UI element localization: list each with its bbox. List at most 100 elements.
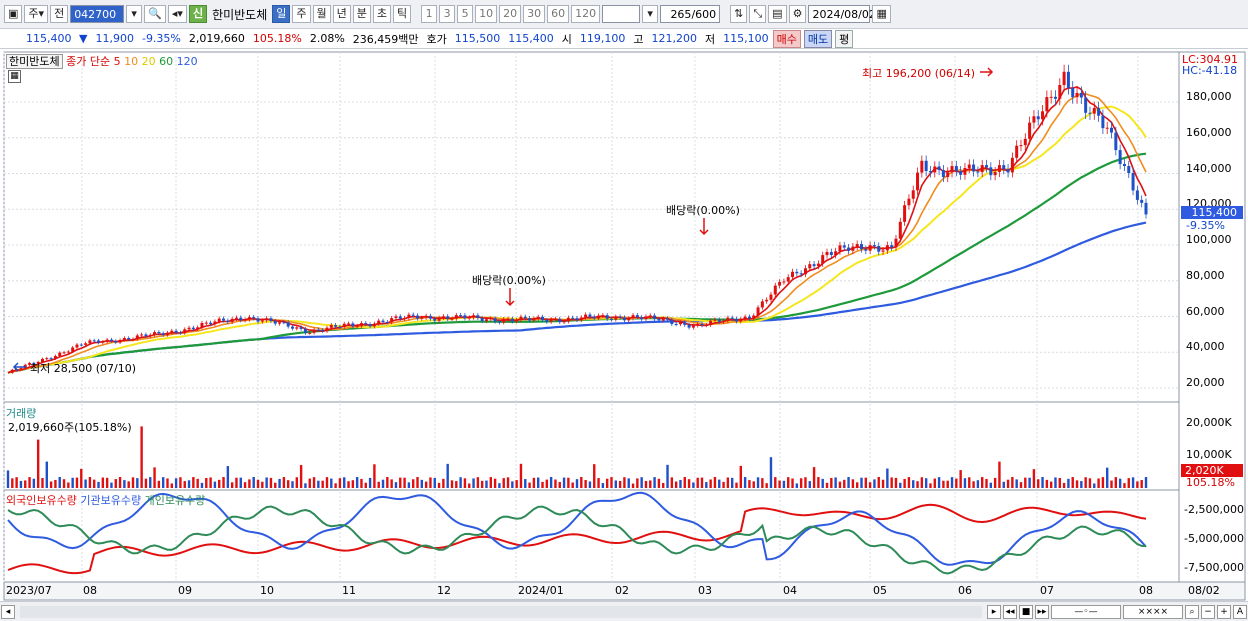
speaker-icon[interactable]: ◂▾ bbox=[167, 5, 187, 23]
interval-1[interactable]: 1 bbox=[421, 5, 438, 23]
period-tick[interactable]: 틱 bbox=[393, 5, 412, 23]
volume-bar bbox=[476, 477, 480, 488]
volume-bar bbox=[933, 478, 936, 488]
current-price-tag: 115,400 bbox=[1181, 206, 1243, 219]
period-month[interactable]: 월 bbox=[312, 5, 331, 23]
volume-bar bbox=[683, 477, 686, 488]
candle-body bbox=[265, 318, 269, 321]
candle-body bbox=[972, 164, 976, 172]
interval-custom-input[interactable] bbox=[602, 5, 641, 23]
prev-button[interactable]: 전 bbox=[50, 5, 69, 23]
eval-button[interactable]: 평 bbox=[835, 29, 854, 48]
candle-body bbox=[571, 317, 575, 319]
chart-area[interactable]: 한미반도체 종가 단순 5 10 20 60 120 ▦ LC:304.91 H… bbox=[0, 50, 1248, 602]
candle-body bbox=[390, 318, 394, 323]
candle-body bbox=[838, 245, 842, 252]
volume-bar bbox=[549, 477, 553, 488]
volume-bar bbox=[972, 481, 975, 488]
code-dropdown-icon[interactable]: ▾ bbox=[126, 5, 143, 23]
volume-bar bbox=[537, 477, 540, 488]
volume-bar bbox=[1015, 479, 1018, 488]
volume-bar bbox=[593, 464, 596, 488]
volume-bar bbox=[114, 479, 117, 488]
interval-3[interactable]: 3 bbox=[439, 5, 456, 23]
candle-body bbox=[860, 244, 863, 250]
zoom-out-button[interactable]: − bbox=[1201, 604, 1215, 619]
candle-body bbox=[385, 322, 389, 324]
scroll-track[interactable] bbox=[20, 605, 982, 618]
interval-10[interactable]: 10 bbox=[475, 5, 498, 23]
period-day[interactable]: 일 bbox=[272, 5, 291, 23]
table-icon[interactable]: ▦ bbox=[8, 70, 21, 83]
candle-body bbox=[118, 339, 122, 343]
period-select[interactable]: 주 ▾ bbox=[24, 5, 49, 23]
candle-body bbox=[825, 252, 829, 256]
volume-bar bbox=[390, 479, 393, 488]
forward-button[interactable]: ▸▸ bbox=[1035, 604, 1049, 619]
candle-body bbox=[329, 325, 333, 328]
zoom-tool-icon[interactable]: ⨯⨯⨯⨯ bbox=[1123, 604, 1183, 619]
interval-120[interactable]: 120 bbox=[571, 5, 601, 23]
interval-20[interactable]: 20 bbox=[499, 5, 522, 23]
count-input[interactable]: 265/600 bbox=[660, 5, 721, 23]
pause-button[interactable]: ■ bbox=[1019, 604, 1033, 619]
candle-body bbox=[989, 167, 993, 176]
speed-slider-icon[interactable]: —◦— bbox=[1051, 604, 1121, 619]
zoom-in-button[interactable]: + bbox=[1217, 604, 1231, 619]
interval-5[interactable]: 5 bbox=[457, 5, 474, 23]
interval-60[interactable]: 60 bbox=[547, 5, 570, 23]
candle-body bbox=[1036, 116, 1040, 120]
candle-body bbox=[911, 190, 915, 199]
y-tick-holding: -7,500,000 bbox=[1184, 561, 1244, 574]
candle-body bbox=[666, 318, 670, 320]
candle-body bbox=[381, 320, 385, 323]
stock-code-input[interactable]: 042700 bbox=[70, 5, 125, 23]
volume-bar bbox=[605, 478, 609, 488]
save-icon[interactable]: ▤ bbox=[768, 5, 787, 23]
candle-body bbox=[170, 330, 174, 333]
candle-body bbox=[157, 332, 161, 334]
candle-body bbox=[614, 316, 618, 320]
calendar-icon[interactable]: ▦ bbox=[872, 5, 891, 23]
volume-bar bbox=[886, 468, 889, 488]
interval-dropdown-icon[interactable]: ▾ bbox=[642, 5, 659, 23]
candle-body bbox=[743, 316, 747, 320]
chart-scrollbar[interactable]: ◂ ▸ ◂◂ ■ ▸▸ —◦— ⨯⨯⨯⨯ ⌕ − + A bbox=[0, 601, 1248, 621]
volume-bar bbox=[93, 479, 96, 488]
scroll-left-button[interactable]: ◂ bbox=[1, 604, 15, 619]
zoom-search-icon[interactable]: ⌕ bbox=[1185, 604, 1199, 619]
candle-body bbox=[808, 264, 812, 269]
period-second[interactable]: 초 bbox=[372, 5, 392, 23]
rewind-button[interactable]: ◂◂ bbox=[1003, 604, 1017, 619]
candle-body bbox=[765, 299, 769, 302]
period-year[interactable]: 년 bbox=[332, 5, 351, 23]
sell-button[interactable]: 매도 bbox=[803, 29, 833, 48]
candle-body bbox=[937, 166, 941, 171]
interval-30[interactable]: 30 bbox=[523, 5, 546, 23]
line-tool-icon[interactable]: ⤡ bbox=[749, 5, 767, 23]
volume-bar bbox=[718, 479, 721, 488]
gear-icon[interactable]: ⚙ bbox=[788, 5, 807, 23]
volume-bar bbox=[1058, 478, 1061, 488]
volume-bar bbox=[834, 477, 837, 488]
period-week[interactable]: 주 bbox=[292, 5, 311, 23]
auto-scale-button[interactable]: A bbox=[1233, 604, 1247, 619]
candle-body bbox=[691, 325, 695, 328]
candle-body bbox=[756, 307, 760, 316]
candle-body bbox=[144, 334, 148, 337]
volume-bar bbox=[399, 477, 402, 488]
volume-bar bbox=[1080, 481, 1083, 488]
scroll-right-button[interactable]: ▸ bbox=[987, 604, 1001, 619]
period-minute[interactable]: 분 bbox=[352, 5, 371, 23]
buy-button[interactable]: 매수 bbox=[772, 29, 801, 48]
stock-chart[interactable] bbox=[0, 50, 1248, 602]
candle-body bbox=[368, 324, 372, 327]
date-input[interactable]: 2024/08/02 bbox=[808, 5, 876, 23]
candle-tool-icon[interactable]: ⇅ bbox=[730, 5, 748, 23]
volume-bar bbox=[912, 480, 915, 488]
layout-icon[interactable]: ▣ bbox=[4, 5, 23, 23]
search-icon[interactable]: 🔍 bbox=[144, 5, 166, 23]
candle-body bbox=[299, 327, 303, 329]
current-price: 115,400 ▼ bbox=[26, 32, 88, 45]
candle-body bbox=[351, 323, 355, 327]
